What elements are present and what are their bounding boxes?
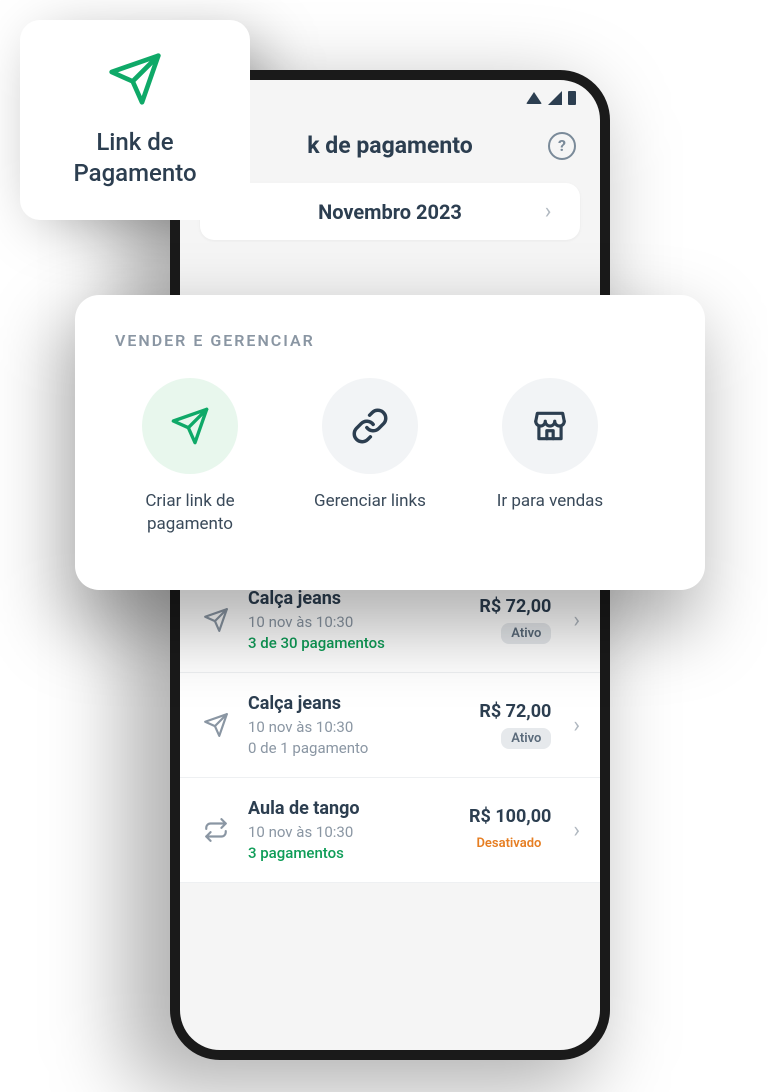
chevron-right-icon: ›	[573, 818, 580, 843]
action-label: Ir para vendas	[497, 490, 603, 513]
link-title: Calça jeans	[248, 693, 463, 714]
send-icon	[142, 378, 238, 474]
action-label: Gerenciar links	[314, 490, 426, 513]
link-title: Aula de tango	[248, 798, 450, 819]
link-price: R$ 100,00	[469, 806, 551, 827]
cellular-signal-icon	[548, 91, 562, 105]
link-date: 10 nov às 10:30	[248, 823, 450, 841]
manage-links-button[interactable]: Gerenciar links	[295, 378, 445, 536]
month-selector: ‹ Novembro 2023 ›	[200, 183, 580, 240]
sell-manage-card: VENDER E GERENCIAR Criar link de pagamen…	[75, 295, 705, 590]
action-label: Criar link de pagamento	[115, 490, 265, 536]
link-row[interactable]: Aula de tango 10 nov às 10:30 3 pagament…	[180, 778, 600, 883]
create-payment-link-button[interactable]: Criar link de pagamento	[115, 378, 265, 536]
go-to-sales-button[interactable]: Ir para vendas	[475, 378, 625, 536]
month-next-button[interactable]: ›	[536, 199, 560, 224]
link-payments: 3 de 30 pagamentos	[248, 634, 463, 652]
link-payments: 3 pagamentos	[248, 844, 450, 862]
send-icon	[200, 712, 232, 738]
link-date: 10 nov às 10:30	[248, 718, 463, 736]
link-icon	[322, 378, 418, 474]
tile-label: Link de Pagamento	[40, 127, 230, 189]
month-label: Novembro 2023	[318, 200, 462, 224]
payment-link-tile[interactable]: Link de Pagamento	[20, 20, 250, 220]
store-icon	[502, 378, 598, 474]
help-icon[interactable]: ?	[548, 132, 576, 160]
link-payments: 0 de 1 pagamento	[248, 739, 463, 757]
link-price: R$ 72,00	[479, 701, 551, 722]
battery-icon	[568, 91, 576, 105]
status-badge: Desativado	[466, 833, 551, 854]
card-title: VENDER E GERENCIAR	[115, 331, 665, 350]
status-badge: Ativo	[501, 728, 551, 749]
chevron-right-icon: ›	[573, 713, 580, 738]
link-row[interactable]: Calça jeans 10 nov às 10:30 0 de 1 pagam…	[180, 673, 600, 778]
page-title: k de pagamento	[307, 132, 472, 159]
cycle-icon	[200, 817, 232, 843]
wifi-icon	[526, 92, 542, 104]
send-icon	[107, 51, 163, 111]
